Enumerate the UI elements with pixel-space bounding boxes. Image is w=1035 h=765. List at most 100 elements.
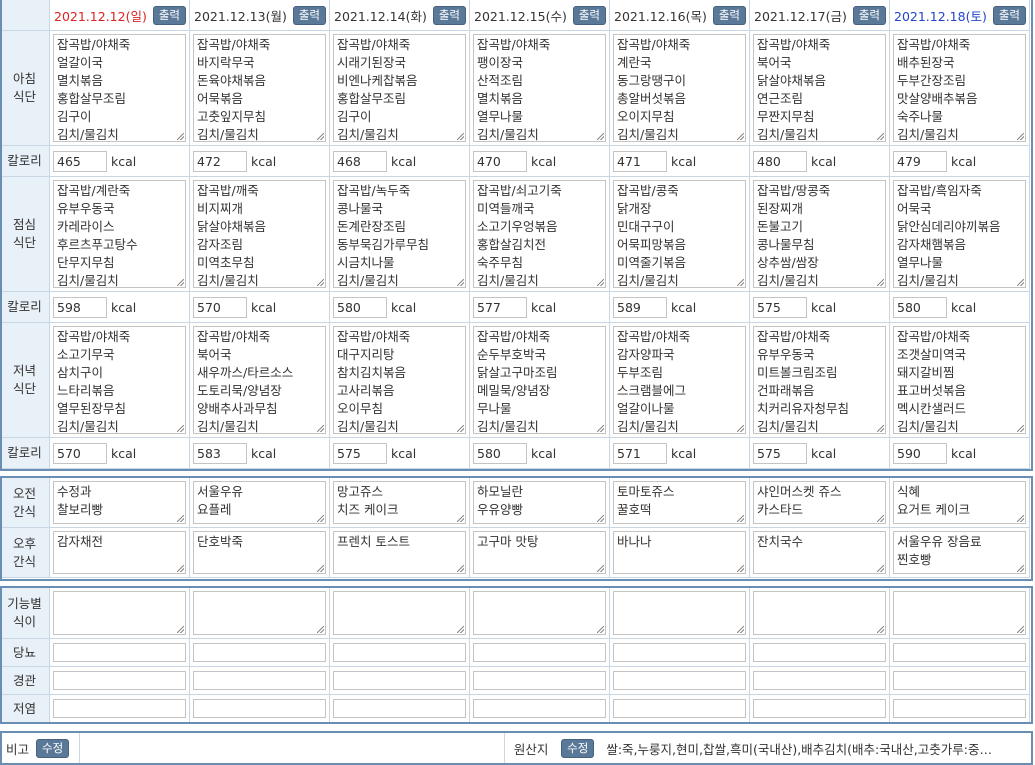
diabetes-input[interactable]: [193, 643, 326, 662]
am-snack-textarea[interactable]: 수정과 찰보리빵: [53, 481, 186, 524]
pm-snack-label: 오후 간식: [0, 528, 50, 578]
functional-textarea[interactable]: [613, 591, 746, 635]
note-field[interactable]: [79, 733, 506, 763]
pm-snack-textarea[interactable]: 고구마 맛탕: [473, 531, 606, 574]
calorie-input[interactable]: 580: [473, 442, 527, 464]
breakfast-textarea[interactable]: 잡곡밥/야채죽 팽이장국 산적조림 멸치볶음 열무나물 김치/물김치: [473, 34, 606, 142]
low-salt-input[interactable]: [53, 699, 186, 718]
diabetes-input[interactable]: [53, 643, 186, 662]
functional-textarea[interactable]: [193, 591, 326, 635]
dinner-textarea[interactable]: 잡곡밥/야채죽 순두부호박국 닭살고구마조림 메밀묵/양념장 무나물 김치/물김…: [473, 326, 606, 434]
pm-snack-textarea[interactable]: 바나나: [613, 531, 746, 574]
low-salt-input[interactable]: [333, 699, 466, 718]
diabetes-input[interactable]: [613, 643, 746, 662]
calorie-input[interactable]: 575: [333, 442, 387, 464]
breakfast-textarea[interactable]: 잡곡밥/야채죽 바지락무국 돈육야채볶음 어묵볶음 고춧잎지무침 김치/물김치: [193, 34, 326, 142]
functional-textarea[interactable]: [333, 591, 466, 635]
calorie-input[interactable]: 598: [53, 296, 107, 318]
breakfast-textarea[interactable]: 잡곡밥/야채죽 계란국 동그랑땡구이 총알버섯볶음 오이지무침 김치/물김치: [613, 34, 746, 142]
lunch-textarea[interactable]: 잡곡밥/땅콩죽 된장찌개 돈불고기 콩나물무침 상추쌈/쌈장 김치/물김치: [753, 180, 886, 288]
diabetes-input[interactable]: [753, 643, 886, 662]
calorie-input[interactable]: 575: [753, 296, 807, 318]
low-salt-input[interactable]: [893, 699, 1026, 718]
am-snack-textarea[interactable]: 서울우유 요플레: [193, 481, 326, 524]
note-edit-button[interactable]: 수정: [36, 738, 70, 758]
low-salt-input[interactable]: [193, 699, 326, 718]
tube-input[interactable]: [613, 671, 746, 690]
lunch-textarea[interactable]: 잡곡밥/계란죽 유부우동국 카레라이스 후르츠푸고탕수 단무지무침 김치/물김치: [53, 180, 186, 288]
print-button[interactable]: 출력: [292, 5, 326, 25]
calorie-input[interactable]: 471: [613, 150, 667, 172]
breakfast-textarea[interactable]: 잡곡밥/야채죽 시래기된장국 비엔나케찹볶음 홍합살무조림 김구이 김치/물김치: [333, 34, 466, 142]
am-snack-textarea[interactable]: 식혜 요거트 케이크: [893, 481, 1026, 524]
diabetes-input[interactable]: [333, 643, 466, 662]
tube-input[interactable]: [893, 671, 1026, 690]
dinner-textarea[interactable]: 잡곡밥/야채죽 감자양파국 두부조림 스크램블에그 얼갈이나물 김치/물김치: [613, 326, 746, 434]
calorie-input[interactable]: 480: [753, 150, 807, 172]
functional-textarea[interactable]: [53, 591, 186, 635]
calorie-input[interactable]: 589: [613, 296, 667, 318]
pm-snack-textarea[interactable]: 잔치국수: [753, 531, 886, 574]
dinner-textarea[interactable]: 잡곡밥/야채죽 유부우동국 미트볼크림조림 건파래볶음 치커리유자청무침 김치/…: [753, 326, 886, 434]
pm-snack-textarea[interactable]: 감자채전: [53, 531, 186, 574]
lunch-textarea[interactable]: 잡곡밥/깨죽 비지찌개 닭살야채볶음 감자조림 미역초무침 김치/물김치: [193, 180, 326, 288]
calorie-input[interactable]: 472: [193, 150, 247, 172]
functional-textarea[interactable]: [473, 591, 606, 635]
calorie-input[interactable]: 570: [193, 296, 247, 318]
functional-textarea[interactable]: [753, 591, 886, 635]
breakfast-textarea[interactable]: 잡곡밥/야채죽 배추된장국 두부간장조림 맛살양배추볶음 숙주나물 김치/물김치: [893, 34, 1026, 142]
lunch-textarea[interactable]: 잡곡밥/흑임자죽 어묵국 닭안심데리야끼볶음 감자채햄볶음 열무나물 김치/물김…: [893, 180, 1026, 288]
functional-textarea[interactable]: [893, 591, 1026, 635]
low-salt-input[interactable]: [613, 699, 746, 718]
tube-input[interactable]: [473, 671, 606, 690]
print-button[interactable]: 출력: [432, 5, 466, 25]
calorie-input[interactable]: 583: [193, 442, 247, 464]
dinner_kcal-row: 칼로리 570 kcal 583 kcal 575 kcal 580 kcal 571 kcal 57…: [0, 438, 1033, 469]
print-button[interactable]: 출력: [572, 5, 606, 25]
am-snack-textarea[interactable]: 망고쥬스 치즈 케이크: [333, 481, 466, 524]
breakfast-textarea[interactable]: 잡곡밥/야채죽 얼갈이국 멸치볶음 홍합살무조림 김구이 김치/물김치: [53, 34, 186, 142]
dinner-textarea[interactable]: 잡곡밥/야채죽 북어국 새우까스/타르소스 도토리묵/양념장 양배추사과무침 김…: [193, 326, 326, 434]
origin-edit-button[interactable]: 수정: [561, 738, 595, 758]
am-snack-textarea[interactable]: 토마토쥬스 꿀호떡: [613, 481, 746, 524]
calorie-input[interactable]: 479: [893, 150, 947, 172]
day-header: 2021.12.14(화) 출력: [330, 0, 470, 31]
am-snack-textarea[interactable]: 샤인머스켓 쥬스 카스타드: [753, 481, 886, 524]
tube-input[interactable]: [753, 671, 886, 690]
breakfast-textarea[interactable]: 잡곡밥/야채죽 북어국 닭살야채볶음 연근조림 무짠지무침 김치/물김치: [753, 34, 886, 142]
calorie-input[interactable]: 571: [613, 442, 667, 464]
calorie-input[interactable]: 577: [473, 296, 527, 318]
calorie-input[interactable]: 570: [53, 442, 107, 464]
calorie-input[interactable]: 575: [753, 442, 807, 464]
low-salt-input[interactable]: [753, 699, 886, 718]
print-button[interactable]: 출력: [992, 5, 1026, 25]
calorie-input[interactable]: 465: [53, 150, 107, 172]
diabetes-input[interactable]: [893, 643, 1026, 662]
lunch-textarea[interactable]: 잡곡밥/녹두죽 콩나물국 돈계란장조림 동부묵김가루무침 시금치나물 김치/물김…: [333, 180, 466, 288]
pm-snack-textarea[interactable]: 서울우유 장음료 찐호빵: [893, 531, 1026, 574]
dinner-textarea[interactable]: 잡곡밥/야채죽 소고기무국 삼치구이 느타리볶음 열무된장무침 김치/물김치: [53, 326, 186, 434]
tube-cell: [190, 667, 330, 695]
calorie-input[interactable]: 468: [333, 150, 387, 172]
tube-input[interactable]: [333, 671, 466, 690]
dinner-textarea[interactable]: 잡곡밥/야채죽 조갯살미역국 돼지갈비찜 표고버섯볶음 멕시칸샐러드 김치/물김…: [893, 326, 1026, 434]
pm-snack-textarea[interactable]: 단호박죽: [193, 531, 326, 574]
pm-snack-textarea[interactable]: 프렌치 토스트: [333, 531, 466, 574]
diabetes-input[interactable]: [473, 643, 606, 662]
tube-input[interactable]: [193, 671, 326, 690]
print-button[interactable]: 출력: [152, 5, 186, 25]
print-button[interactable]: 출력: [712, 5, 746, 25]
print-button[interactable]: 출력: [852, 5, 886, 25]
low-salt-input[interactable]: [473, 699, 606, 718]
lunch-textarea[interactable]: 잡곡밥/콩죽 닭개장 민대구구이 어묵피망볶음 미역줄기볶음 김치/물김치: [613, 180, 746, 288]
lunch-textarea[interactable]: 잡곡밥/쇠고기죽 미역들깨국 소고기우엉볶음 홍합살김치전 숙주무침 김치/물김…: [473, 180, 606, 288]
calorie-input[interactable]: 580: [333, 296, 387, 318]
dinner-row: 저녁 식단 잡곡밥/야채죽 소고기무국 삼치구이 느타리볶음 열무된장무침 김치/…: [0, 323, 1033, 438]
dinner-textarea[interactable]: 잡곡밥/야채죽 대구지리탕 참치김치볶음 고사리볶음 오이무침 김치/물김치: [333, 326, 466, 434]
am-snack-textarea[interactable]: 하모닐란 우유양빵: [473, 481, 606, 524]
tube-input[interactable]: [53, 671, 186, 690]
day-header: 2021.12.13(월) 출력: [190, 0, 330, 31]
calorie-input[interactable]: 590: [893, 442, 947, 464]
calorie-input[interactable]: 470: [473, 150, 527, 172]
calorie-input[interactable]: 580: [893, 296, 947, 318]
